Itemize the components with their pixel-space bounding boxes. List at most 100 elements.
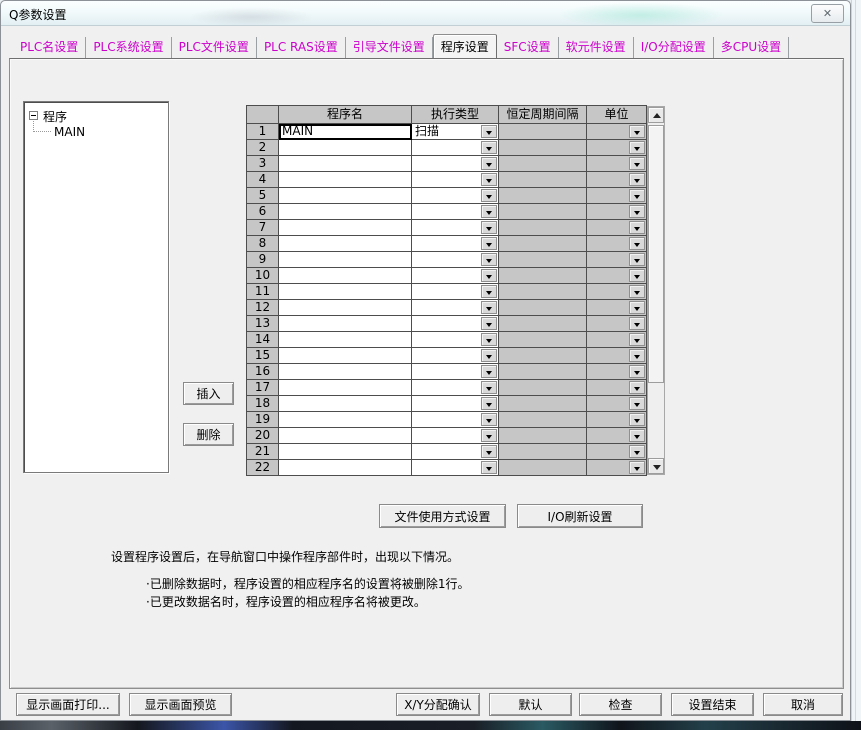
exec-type-dropdown-icon[interactable]: [481, 333, 497, 346]
grid-vertical-scrollbar[interactable]: [647, 106, 665, 475]
scrollbar-thumb[interactable]: [648, 125, 664, 383]
program-name-cell[interactable]: [279, 268, 412, 284]
program-name-cell[interactable]: MAIN: [279, 124, 412, 140]
exec-type-dropdown-icon[interactable]: [481, 301, 497, 314]
default-button[interactable]: 默认: [489, 693, 572, 716]
exec-type-dropdown-icon[interactable]: [481, 461, 497, 474]
unit-dropdown-icon[interactable]: [629, 285, 645, 298]
file-usage-settings-button[interactable]: 文件使用方式设置: [379, 504, 506, 528]
scroll-up-icon[interactable]: [648, 107, 664, 123]
unit-cell[interactable]: [587, 364, 647, 380]
unit-dropdown-icon[interactable]: [629, 365, 645, 378]
unit-cell[interactable]: [587, 220, 647, 236]
unit-cell[interactable]: [587, 348, 647, 364]
exec-type-cell[interactable]: [412, 332, 499, 348]
tab-7[interactable]: 软元件设置: [559, 37, 634, 58]
exec-type-cell[interactable]: [412, 380, 499, 396]
exec-type-cell[interactable]: [412, 236, 499, 252]
program-name-cell[interactable]: [279, 220, 412, 236]
xy-confirm-button[interactable]: X/Y分配确认: [396, 693, 480, 716]
unit-cell[interactable]: [587, 236, 647, 252]
delete-button[interactable]: 删除: [183, 423, 234, 446]
exec-type-cell[interactable]: [412, 156, 499, 172]
program-name-cell[interactable]: [279, 444, 412, 460]
exec-type-dropdown-icon[interactable]: [481, 429, 497, 442]
unit-dropdown-icon[interactable]: [629, 461, 645, 474]
unit-dropdown-icon[interactable]: [629, 205, 645, 218]
program-name-cell[interactable]: [279, 364, 412, 380]
exec-type-cell[interactable]: [412, 396, 499, 412]
io-refresh-settings-button[interactable]: I/O刷新设置: [517, 504, 643, 528]
tab-9[interactable]: 多CPU设置: [714, 37, 789, 58]
check-button[interactable]: 检查: [579, 693, 662, 716]
unit-cell[interactable]: [587, 284, 647, 300]
exec-type-dropdown-icon[interactable]: [481, 285, 497, 298]
unit-dropdown-icon[interactable]: [629, 141, 645, 154]
exec-type-dropdown-icon[interactable]: [481, 381, 497, 394]
unit-dropdown-icon[interactable]: [629, 349, 645, 362]
tree-item-main[interactable]: MAIN: [54, 125, 85, 139]
unit-cell[interactable]: [587, 188, 647, 204]
unit-dropdown-icon[interactable]: [629, 301, 645, 314]
unit-dropdown-icon[interactable]: [629, 381, 645, 394]
tab-4[interactable]: 引导文件设置: [346, 37, 433, 58]
unit-dropdown-icon[interactable]: [629, 413, 645, 426]
exec-type-cell[interactable]: [412, 444, 499, 460]
exec-type-cell[interactable]: [412, 316, 499, 332]
program-name-cell[interactable]: [279, 380, 412, 396]
unit-cell[interactable]: [587, 412, 647, 428]
program-name-cell[interactable]: [279, 300, 412, 316]
exec-type-cell[interactable]: [412, 252, 499, 268]
exec-type-cell[interactable]: [412, 220, 499, 236]
screen-preview-button[interactable]: 显示画面预览: [129, 693, 232, 716]
unit-cell[interactable]: [587, 172, 647, 188]
exec-type-dropdown-icon[interactable]: [481, 413, 497, 426]
tab-3[interactable]: PLC RAS设置: [257, 37, 346, 58]
program-name-cell[interactable]: [279, 316, 412, 332]
cancel-button[interactable]: 取消: [763, 693, 843, 716]
tab-2[interactable]: PLC文件设置: [172, 37, 257, 58]
exec-type-dropdown-icon[interactable]: [481, 237, 497, 250]
program-name-cell[interactable]: [279, 156, 412, 172]
exec-type-cell[interactable]: [412, 268, 499, 284]
screen-print-button[interactable]: 显示画面打印...: [16, 693, 120, 716]
exec-type-dropdown-icon[interactable]: [481, 141, 497, 154]
exec-type-dropdown-icon[interactable]: [481, 365, 497, 378]
program-name-cell[interactable]: [279, 460, 412, 476]
program-name-cell[interactable]: [279, 188, 412, 204]
program-name-cell[interactable]: [279, 236, 412, 252]
exec-type-cell[interactable]: [412, 364, 499, 380]
exec-type-dropdown-icon[interactable]: [481, 205, 497, 218]
unit-cell[interactable]: [587, 300, 647, 316]
unit-dropdown-icon[interactable]: [629, 173, 645, 186]
tab-1[interactable]: PLC系统设置: [86, 37, 171, 58]
exec-type-cell[interactable]: [412, 348, 499, 364]
unit-cell[interactable]: [587, 140, 647, 156]
close-button[interactable]: ✕: [811, 4, 844, 23]
unit-cell[interactable]: [587, 428, 647, 444]
tab-6[interactable]: SFC设置: [497, 37, 559, 58]
exec-type-dropdown-icon[interactable]: [481, 189, 497, 202]
program-name-cell[interactable]: [279, 172, 412, 188]
unit-dropdown-icon[interactable]: [629, 221, 645, 234]
exec-type-cell[interactable]: [412, 204, 499, 220]
unit-cell[interactable]: [587, 380, 647, 396]
exec-type-cell[interactable]: [412, 172, 499, 188]
exec-type-cell[interactable]: [412, 300, 499, 316]
unit-cell[interactable]: [587, 316, 647, 332]
tab-8[interactable]: I/O分配设置: [634, 37, 714, 58]
program-name-cell[interactable]: [279, 252, 412, 268]
program-name-cell[interactable]: [279, 204, 412, 220]
program-name-cell[interactable]: [279, 348, 412, 364]
unit-dropdown-icon[interactable]: [629, 397, 645, 410]
unit-cell[interactable]: [587, 332, 647, 348]
unit-dropdown-icon[interactable]: [629, 157, 645, 170]
unit-dropdown-icon[interactable]: [629, 317, 645, 330]
program-name-cell[interactable]: [279, 284, 412, 300]
unit-dropdown-icon[interactable]: [629, 189, 645, 202]
unit-dropdown-icon[interactable]: [629, 237, 645, 250]
exec-type-cell[interactable]: [412, 188, 499, 204]
tab-5[interactable]: 程序设置: [433, 34, 497, 58]
program-name-cell[interactable]: [279, 412, 412, 428]
unit-cell[interactable]: [587, 460, 647, 476]
